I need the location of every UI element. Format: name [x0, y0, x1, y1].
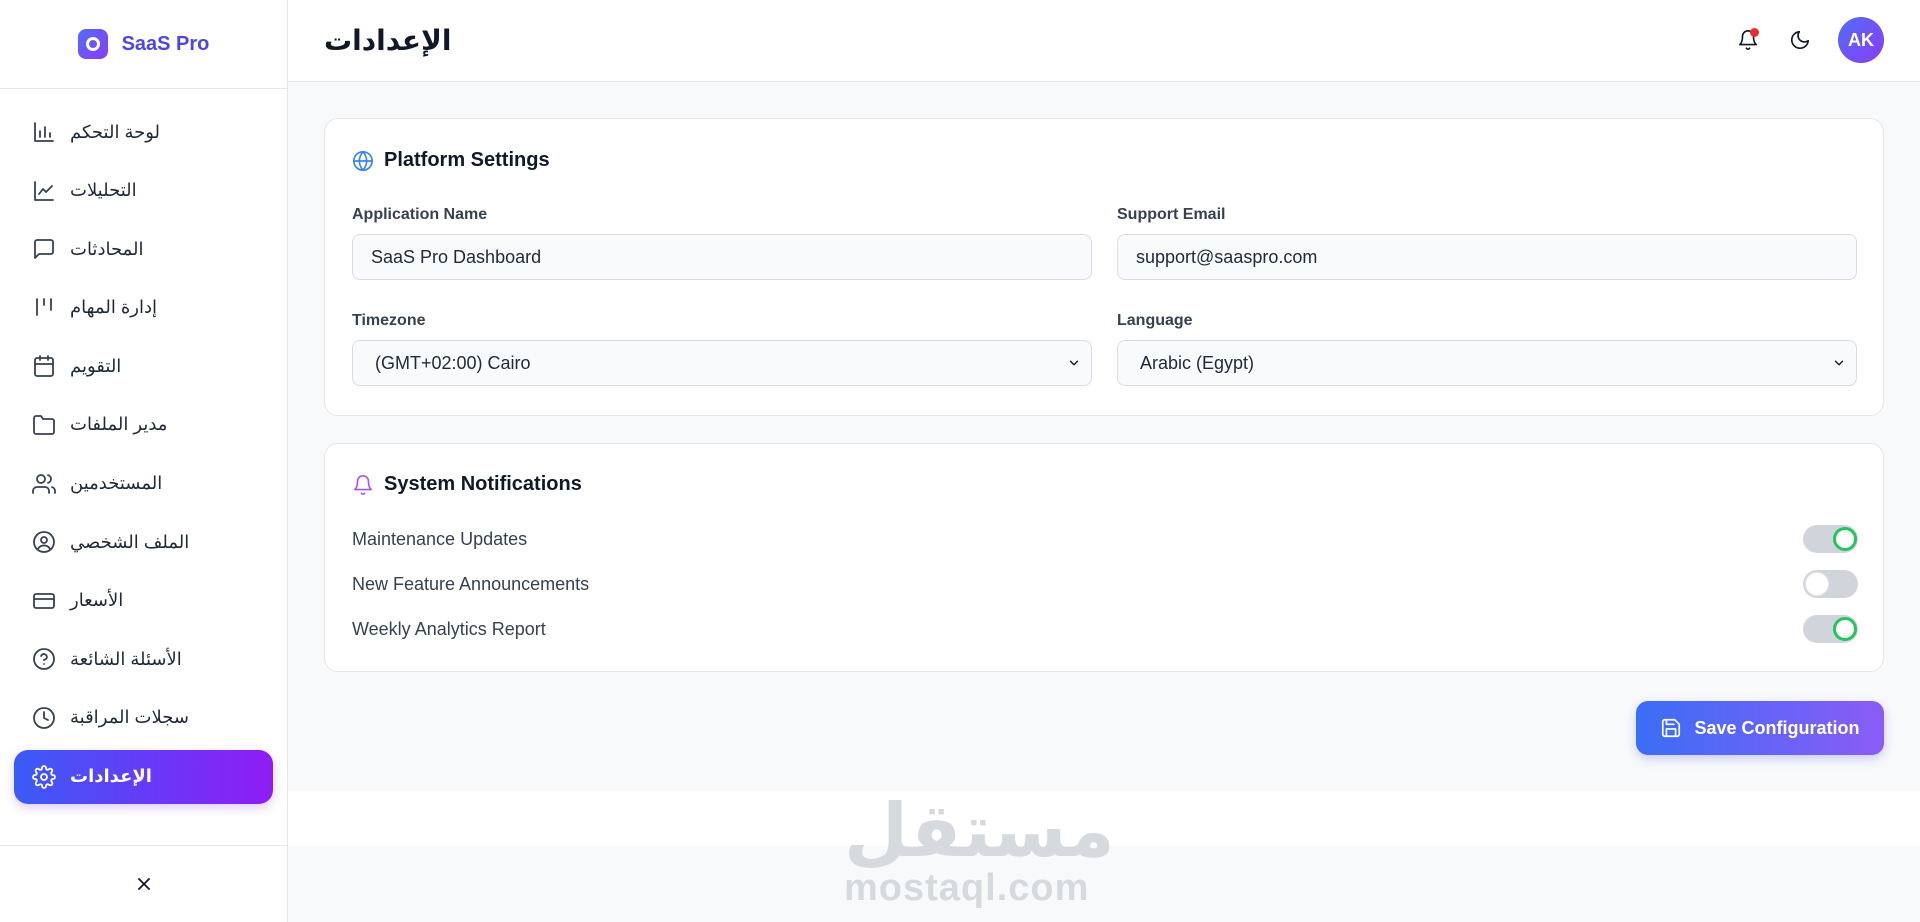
sidebar-item-label: الأسئلة الشائعة: [70, 648, 182, 669]
sidebar-item-calendar[interactable]: التقويم: [14, 339, 273, 393]
calendar-icon: [34, 355, 54, 378]
help-circle-icon: [33, 648, 55, 671]
sidebar-item-audit-logs[interactable]: سجلات المراقبة: [14, 691, 273, 745]
toggle-knob: [1833, 617, 1857, 641]
sidebar-item-faq[interactable]: الأسئلة الشائعة: [14, 632, 273, 686]
sidebar-item-settings[interactable]: الإعدادات: [14, 749, 273, 804]
support-email-label: Support Email: [1117, 206, 1226, 223]
toggle-label: New Feature Announcements: [352, 573, 590, 594]
users-icon: [32, 473, 56, 494]
brand-name: SaaS Pro: [121, 32, 210, 55]
platform-settings-card: Platform Settings Application Name SaaS …: [324, 118, 1884, 416]
brand[interactable]: SaaS Pro: [0, 0, 287, 89]
gear-icon: [32, 764, 56, 789]
language-field-group: Language Arabic (Egypt): [1117, 312, 1857, 386]
folder-icon: [33, 415, 55, 435]
notifications-button[interactable]: [1734, 26, 1762, 54]
app-name-field-group: Application Name SaaS Pro Dashboard: [352, 206, 1092, 280]
moon-icon: [1790, 30, 1810, 50]
toggle-label: Maintenance Updates: [352, 528, 528, 549]
toggle-row-new-features: New Feature Announcements: [352, 570, 1858, 598]
watermark-logo: مستقل mostaql.com: [844, 788, 1115, 909]
save-icon: [1662, 718, 1681, 738]
sidebar-item-label: التحليلات: [70, 180, 137, 201]
sidebar-item-tasks[interactable]: إدارة المهام: [14, 281, 273, 335]
globe-icon: [353, 150, 373, 171]
bell-icon: [353, 474, 373, 495]
toggle-knob: [1805, 572, 1829, 596]
sidebar: SaaS Pro لوحة التحكم التحليلات المحادثات…: [0, 0, 288, 922]
sidebar-item-profile[interactable]: الملف الشخصي: [14, 515, 273, 569]
header-actions: AK: [1734, 17, 1884, 63]
save-button-label: Save Configuration: [1694, 717, 1860, 738]
sidebar-item-label: الأسعار: [70, 590, 124, 611]
system-notifications-header: System Notifications: [352, 473, 582, 496]
timezone-field-group: Timezone (GMT+02:00) Cairo: [352, 312, 1092, 386]
chat-icon: [34, 239, 54, 260]
weekly-analytics-report-toggle[interactable]: [1803, 615, 1858, 643]
timezone-label: Timezone: [352, 312, 426, 329]
sidebar-item-label: التقويم: [70, 355, 122, 376]
maintenance-updates-toggle[interactable]: [1803, 525, 1858, 553]
watermark-arabic: مستقل: [844, 788, 1115, 874]
chevron-down-icon: [1834, 360, 1844, 366]
system-notifications-card: System Notifications Maintenance Updates…: [324, 443, 1884, 672]
theme-toggle-button[interactable]: [1786, 26, 1814, 54]
chevron-down-icon: [1069, 360, 1079, 366]
sidebar-item-pricing[interactable]: الأسعار: [14, 574, 273, 628]
page-title: الإعدادات: [324, 25, 452, 56]
new-feature-announcements-toggle[interactable]: [1803, 570, 1858, 598]
platform-settings-title: Platform Settings: [384, 149, 550, 171]
app-name-label: Application Name: [352, 206, 488, 223]
close-icon: [138, 878, 150, 890]
sidebar-item-label: الملف الشخصي: [70, 531, 190, 552]
language-selected-value: Arabic (Egypt): [1140, 352, 1255, 373]
brand-logo-icon: [77, 29, 108, 59]
language-label: Language: [1117, 312, 1193, 329]
toggle-label: Weekly Analytics Report: [352, 618, 546, 639]
sidebar-item-files[interactable]: مدير الملفات: [14, 398, 273, 452]
sidebar-item-chats[interactable]: المحادثات: [14, 222, 273, 276]
top-header: الإعدادات AK: [288, 0, 1920, 82]
timezone-selected-value: (GMT+02:00) Cairo: [375, 352, 531, 373]
sidebar-item-label: سجلات المراقبة: [70, 707, 189, 728]
platform-settings-header: Platform Settings: [352, 149, 550, 172]
user-circle-icon: [33, 531, 55, 554]
save-configuration-button[interactable]: Save Configuration: [1636, 701, 1884, 755]
sidebar-item-label: لوحة التحكم: [70, 121, 161, 142]
notification-dot: [1750, 28, 1759, 37]
sidebar-item-label: إدارة المهام: [70, 297, 157, 318]
bar-chart-icon: [34, 122, 54, 142]
system-notifications-title: System Notifications: [384, 473, 582, 495]
sidebar-item-analytics[interactable]: التحليلات: [14, 164, 273, 218]
toggle-knob: [1833, 527, 1857, 551]
toggle-row-weekly-report: Weekly Analytics Report: [352, 615, 1858, 643]
sidebar-close-button[interactable]: [0, 845, 288, 922]
sidebar-item-label: المحادثات: [70, 238, 144, 259]
support-email-field-group: Support Email support@saaspro.com: [1117, 206, 1857, 280]
sidebar-nav: لوحة التحكم التحليلات المحادثات إدارة ال…: [0, 89, 287, 804]
sidebar-item-label: المستخدمين: [70, 473, 163, 494]
language-select[interactable]: Arabic (Egypt): [1117, 340, 1857, 386]
avatar[interactable]: AK: [1838, 17, 1884, 63]
main-content: Platform Settings Application Name SaaS …: [288, 82, 1920, 791]
line-chart-icon: [34, 180, 54, 201]
timezone-select[interactable]: (GMT+02:00) Cairo: [352, 340, 1092, 386]
watermark-latin: mostaql.com: [844, 867, 1090, 909]
sidebar-item-dashboard[interactable]: لوحة التحكم: [14, 105, 273, 159]
toggle-row-maintenance: Maintenance Updates: [352, 525, 1858, 553]
credit-card-icon: [33, 592, 55, 609]
kanban-icon: [36, 297, 52, 316]
clock-icon: [33, 707, 55, 729]
support-email-input[interactable]: support@saaspro.com: [1117, 234, 1857, 280]
sidebar-item-label: مدير الملفات: [70, 414, 168, 435]
sidebar-item-label: الإعدادات: [70, 766, 152, 787]
app-name-input[interactable]: SaaS Pro Dashboard: [352, 234, 1092, 280]
sidebar-item-users[interactable]: المستخدمين: [14, 457, 273, 511]
